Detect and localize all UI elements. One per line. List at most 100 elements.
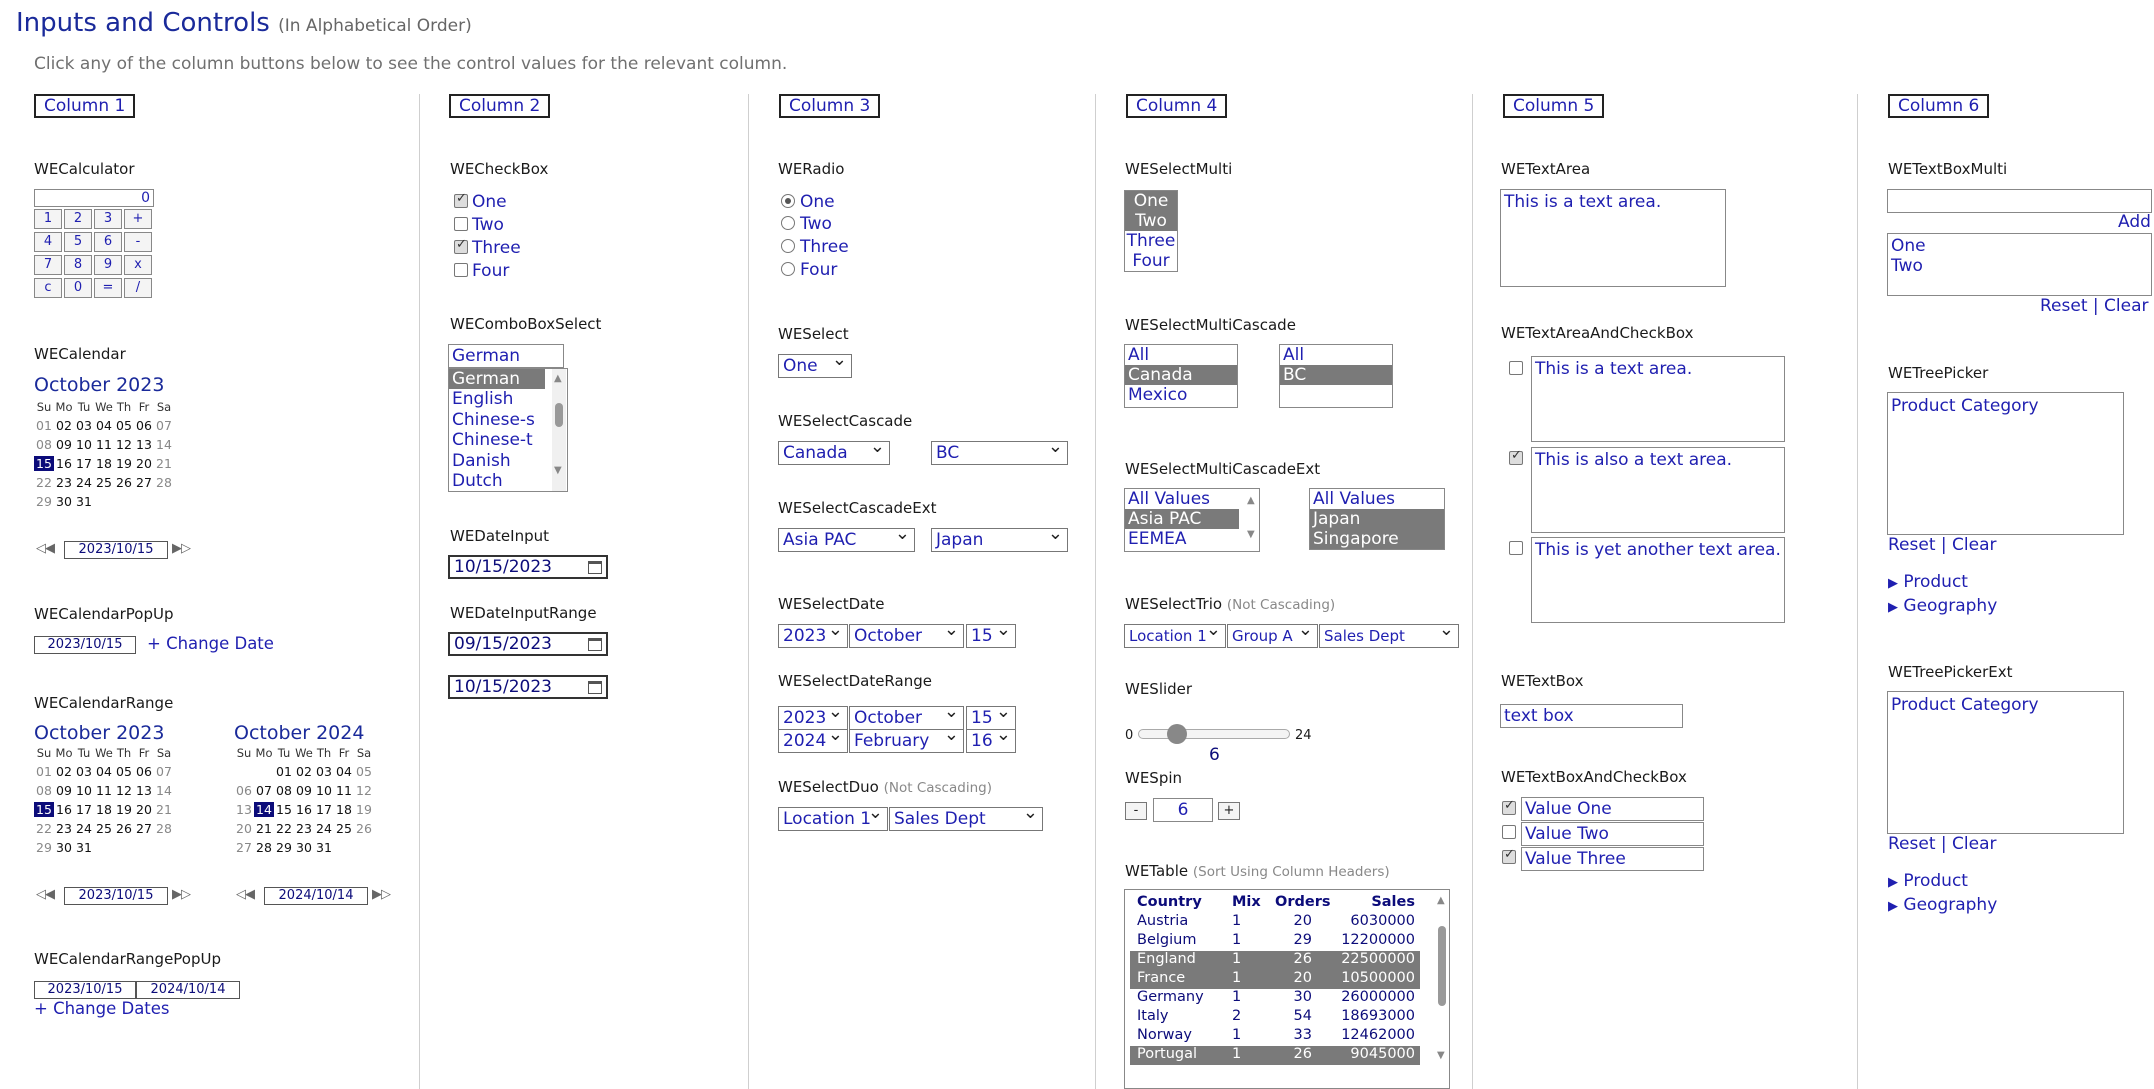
scroll-up-icon[interactable]: ▲ — [1247, 495, 1255, 506]
calendar-day[interactable]: 25 — [94, 475, 114, 490]
calendar-day[interactable]: 05 — [114, 418, 134, 433]
calc-key-0[interactable]: 0 — [64, 278, 92, 298]
calc-key-equals[interactable]: = — [94, 278, 122, 298]
calendar-day[interactable]: 04 — [334, 764, 354, 779]
calendar-day[interactable]: 10 — [74, 437, 94, 452]
textarea[interactable]: This is a text area. — [1500, 189, 1726, 287]
calendar-day[interactable]: 12 — [114, 437, 134, 452]
select-duo-dept[interactable]: Sales Dept — [889, 807, 1043, 831]
tree-picker-ext-box[interactable]: Product Category — [1887, 691, 2124, 834]
change-dates-link[interactable]: + Change Dates — [34, 999, 170, 1018]
checkbox-two[interactable] — [454, 217, 468, 231]
calendar-day[interactable]: 19 — [114, 802, 134, 817]
combo-option[interactable]: Chinese-t — [452, 430, 533, 450]
table-row[interactable]: Norway 1 33 12462000 — [1130, 1027, 1420, 1046]
calendar-day[interactable]: 29 — [274, 840, 294, 855]
radio-three[interactable] — [781, 239, 795, 253]
textbox-1[interactable]: Value One — [1521, 797, 1704, 821]
prev-arrows-icon[interactable]: ◁◀ — [236, 887, 255, 902]
reset-link[interactable]: Reset — [1888, 834, 1936, 854]
calendar-day[interactable]: 09 — [294, 783, 314, 798]
calendar-day[interactable]: 21 — [154, 456, 174, 471]
clear-link[interactable]: Clear — [2104, 296, 2148, 316]
add-link[interactable]: Add — [2118, 212, 2151, 232]
checkbox-four[interactable] — [454, 263, 468, 277]
calc-key-5[interactable]: 5 — [64, 232, 92, 252]
calendar-day[interactable]: 15 — [34, 802, 54, 817]
select-trio-group[interactable]: Group A — [1227, 624, 1318, 648]
spin-decrement-button[interactable]: - — [1125, 802, 1147, 820]
calendar-day[interactable]: 13 — [134, 783, 154, 798]
calendar-day[interactable]: 12 — [354, 783, 374, 798]
textbox-checkbox-1[interactable] — [1502, 798, 1516, 815]
calc-key-3[interactable]: 3 — [94, 209, 122, 229]
combo-option[interactable]: English — [452, 389, 513, 409]
calendar-day[interactable]: 04 — [94, 418, 114, 433]
calendar-day[interactable]: 23 — [54, 475, 74, 490]
combo-option[interactable]: Dutch — [452, 471, 503, 491]
calendar-day[interactable]: 14 — [154, 783, 174, 798]
combo-list[interactable]: German English Chinese-s Chinese-t Danis… — [448, 368, 568, 492]
prev-arrows-icon[interactable]: ◁◀ — [36, 887, 55, 902]
calendar-day[interactable]: 28 — [154, 821, 174, 836]
textbox-multi-item[interactable]: One — [1891, 236, 1926, 256]
select-date-year[interactable]: 2023 — [778, 624, 848, 648]
calc-key-1[interactable]: 1 — [34, 209, 62, 229]
select-multi-list[interactable]: One Two Three Four — [1124, 190, 1178, 272]
select-multi-cascade-left[interactable]: All Canada Mexico — [1124, 344, 1238, 408]
multi-cascade-option[interactable]: BC — [1280, 365, 1392, 385]
tree-ext-node-product[interactable]: ▶ Product — [1888, 871, 1968, 891]
tree-node-product[interactable]: ▶ Product — [1888, 572, 1968, 592]
calendar-day[interactable]: 15 — [274, 802, 294, 817]
multi-ext-scrollbar[interactable]: ▲ ▼ — [1245, 489, 1259, 551]
select-cascade-ext-region[interactable]: Asia PAC — [778, 528, 915, 552]
scroll-thumb[interactable] — [555, 403, 563, 427]
table-row[interactable]: England 1 26 22500000 — [1130, 951, 1420, 970]
calendar-grid[interactable]: Su Mo Tu We Th Fr Sa 01 02 03 04 05 06 07 08 09 10 11 12 13… — [34, 400, 174, 509]
column-4-button[interactable]: Column 4 — [1126, 94, 1228, 118]
select-date-range-year-1[interactable]: 2023 — [778, 706, 848, 730]
calendar-day[interactable]: 28 — [154, 475, 174, 490]
select-date-range-year-2[interactable]: 2024 — [778, 729, 848, 753]
calendar-day[interactable]: 26 — [114, 475, 134, 490]
column-3-button[interactable]: Column 3 — [779, 94, 881, 118]
textbox-2[interactable]: Value Two — [1521, 822, 1704, 846]
select-cascade-country[interactable]: Canada — [778, 441, 890, 465]
calendar-day[interactable]: 11 — [94, 437, 114, 452]
calendar-range-popup-date-1[interactable]: 2023/10/15 — [34, 981, 136, 999]
table-row[interactable]: Austria 1 20 6030000 — [1130, 913, 1420, 932]
table-scrollbar[interactable]: ▲ ▼ — [1435, 890, 1449, 1088]
prev-arrows-icon[interactable]: ◁◀ — [36, 541, 55, 556]
calendar-day[interactable]: 01 — [34, 764, 54, 779]
calendar-day[interactable]: 19 — [354, 802, 374, 817]
calendar-day[interactable]: 16 — [54, 456, 74, 471]
calendar-day[interactable]: 17 — [314, 802, 334, 817]
data-table[interactable]: Country Mix Orders Sales Austria 1 20 60300… — [1124, 889, 1450, 1089]
textarea-2[interactable]: This is also a text area. — [1531, 447, 1785, 533]
calendar-day[interactable]: 14 — [154, 437, 174, 452]
textbox-multi-item[interactable]: Two — [1891, 256, 1923, 276]
calendar-day[interactable]: 17 — [74, 456, 94, 471]
column-header-sales[interactable]: Sales — [1371, 894, 1415, 910]
combo-option[interactable]: German — [449, 369, 545, 389]
calendar-icon[interactable] — [588, 561, 602, 574]
calc-key-clear[interactable]: c — [34, 278, 62, 298]
textbox-checkbox-2[interactable] — [1502, 825, 1516, 839]
radio-two[interactable] — [781, 216, 795, 230]
calc-key-9[interactable]: 9 — [94, 255, 122, 275]
calendar-day[interactable]: 31 — [74, 494, 94, 509]
textarea-1[interactable]: This is a text area. — [1531, 356, 1785, 442]
calendar-day[interactable]: 26 — [354, 821, 374, 836]
select-cascade-ext-country[interactable]: Japan — [931, 528, 1068, 552]
calc-key-2[interactable]: 2 — [64, 209, 92, 229]
calendar-day[interactable]: 01 — [34, 418, 54, 433]
calendar-popup-date[interactable]: 2023/10/15 — [34, 636, 136, 654]
calendar-day[interactable]: 29 — [34, 840, 54, 855]
calendar-day[interactable]: 18 — [94, 802, 114, 817]
calendar-icon[interactable] — [588, 681, 602, 694]
select-multi-option[interactable]: Three — [1125, 231, 1177, 251]
table-row[interactable]: France 1 20 10500000 — [1130, 970, 1420, 989]
textarea-checkbox-3[interactable] — [1509, 541, 1523, 555]
calendar-day[interactable]: 16 — [294, 802, 314, 817]
calendar-day[interactable]: 26 — [114, 821, 134, 836]
